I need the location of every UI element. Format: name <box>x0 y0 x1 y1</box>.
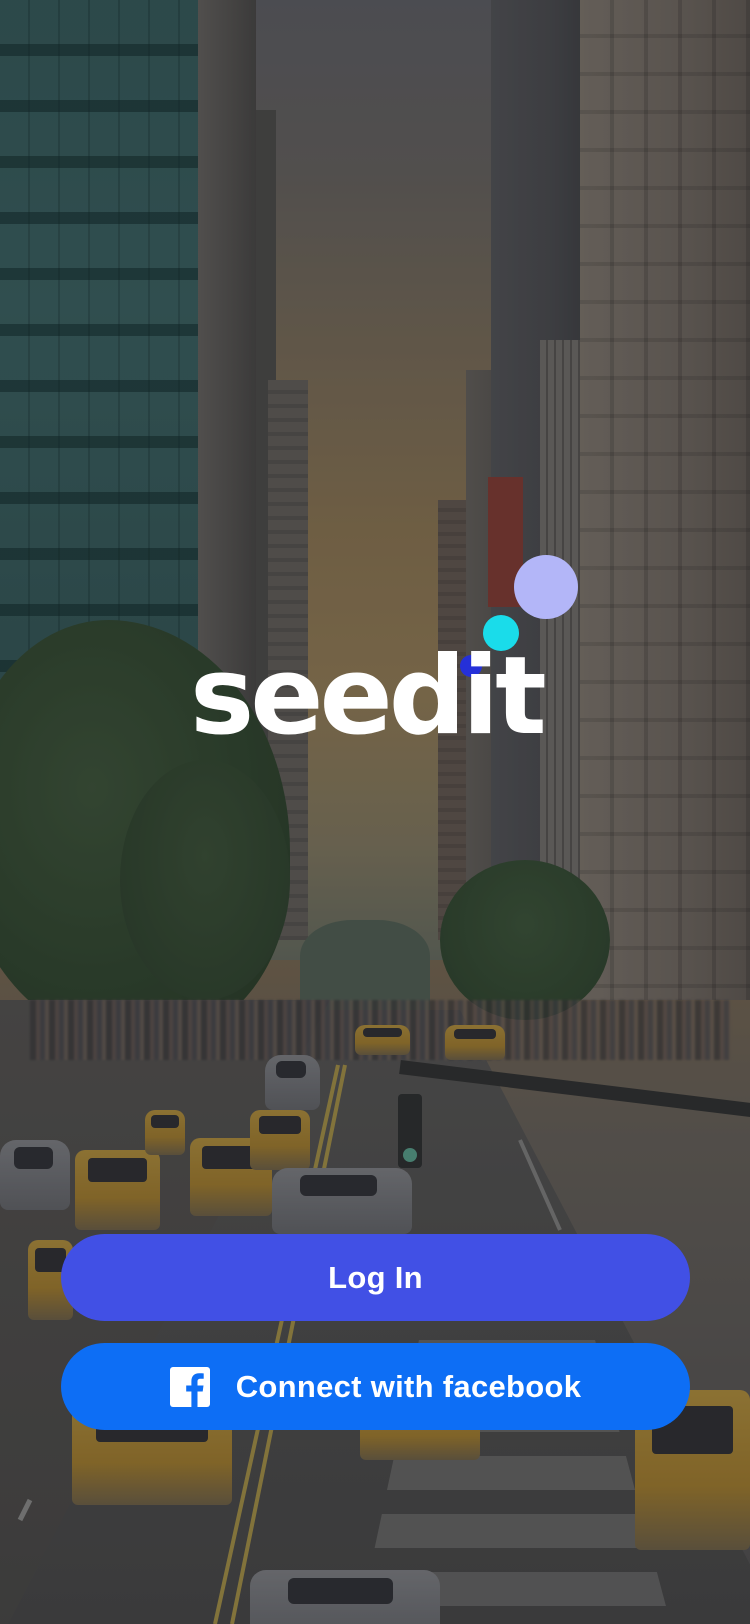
facebook-button-label: Connect with facebook <box>235 1368 582 1404</box>
facebook-icon <box>169 1366 210 1407</box>
app-logo: seedit <box>190 553 590 753</box>
login-button-label: Log In <box>328 1259 423 1295</box>
login-button[interactable]: Log In <box>61 1234 690 1321</box>
logo-wordmark: seedit <box>190 634 547 759</box>
welcome-screen: seedit Log In Connect with facebook <box>0 0 750 1624</box>
logo-dot-large <box>514 555 578 619</box>
connect-facebook-button[interactable]: Connect with facebook <box>61 1343 690 1430</box>
